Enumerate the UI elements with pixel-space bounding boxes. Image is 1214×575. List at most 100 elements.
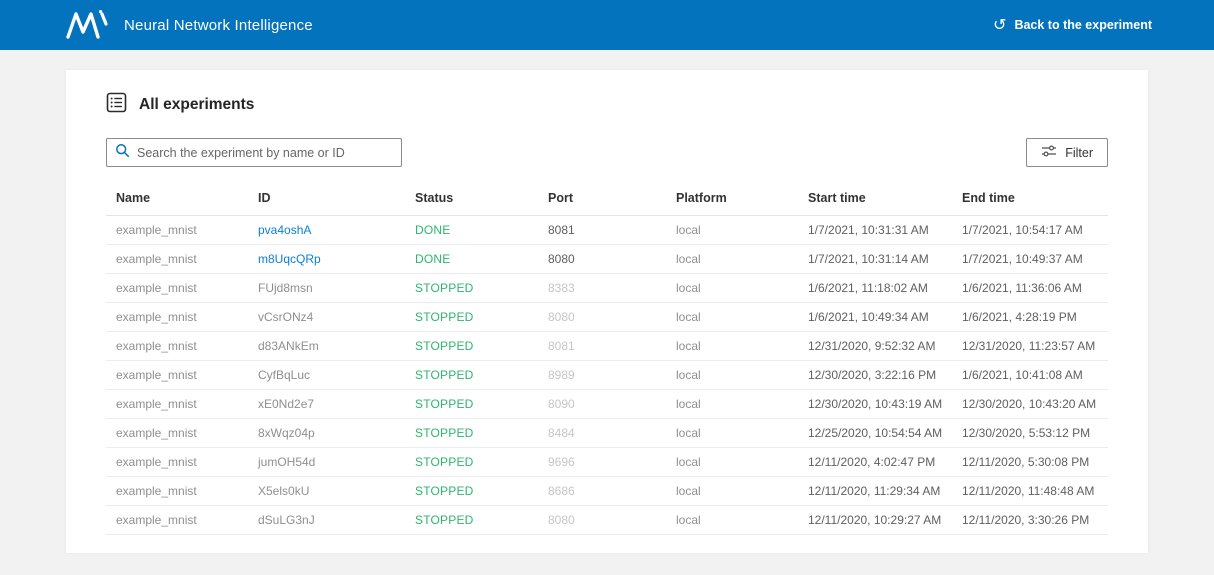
app-header: Neural Network Intelligence ↺ Back to th… (0, 0, 1214, 50)
experiment-id-cell: m8UqcQRp (248, 244, 405, 274)
column-header-start-time: Start time (798, 185, 952, 216)
filter-button[interactable]: Filter (1026, 138, 1108, 167)
start-time-cell: 12/25/2020, 10:54:54 AM (798, 418, 952, 448)
end-time-cell: 12/11/2020, 3:30:26 PM (952, 505, 1108, 535)
start-time-cell: 12/11/2020, 4:02:47 PM (798, 447, 952, 477)
end-time-cell: 12/11/2020, 11:48:48 AM (952, 476, 1108, 506)
experiment-row: example_mnist d83ANkEm STOPPED 8081 loca… (106, 331, 1108, 361)
experiments-table: Name ID Status Port Platform Start time End ti… (106, 185, 1108, 535)
end-time-cell: 12/11/2020, 5:30:08 PM (952, 447, 1108, 477)
start-time-cell: 12/11/2020, 10:29:27 AM (798, 505, 952, 535)
experiments-list-icon (106, 92, 127, 118)
experiment-row: example_mnist pva4oshA DONE 8081 local 1… (106, 215, 1108, 245)
status-badge: STOPPED (405, 331, 538, 361)
page-title: All experiments (139, 96, 255, 113)
experiment-name-cell: example_mnist (106, 505, 248, 535)
app-title: Neural Network Intelligence (124, 16, 313, 34)
column-header-status: Status (405, 185, 538, 216)
nni-logo-icon (66, 9, 110, 41)
platform-cell: local (666, 505, 798, 535)
experiment-id-link: dSuLG3nJ (258, 513, 315, 527)
experiment-name-cell: example_mnist (106, 273, 248, 303)
end-time-cell: 12/30/2020, 5:53:12 PM (952, 418, 1108, 448)
experiment-id-link: X5els0kU (258, 484, 310, 498)
status-badge: STOPPED (405, 476, 538, 506)
experiment-id-cell: FUjd8msn (248, 273, 405, 303)
back-to-experiment-button[interactable]: ↺ Back to the experiment (993, 17, 1152, 33)
port-cell: 8989 (538, 360, 666, 390)
experiment-id-link: CyfBqLuc (258, 368, 311, 382)
start-time-cell: 12/31/2020, 9:52:32 AM (798, 331, 952, 361)
experiment-id-cell: pva4oshA (248, 215, 405, 245)
experiment-name-cell: example_mnist (106, 476, 248, 506)
end-time-cell: 12/31/2020, 11:23:57 AM (952, 331, 1108, 361)
search-input[interactable] (137, 145, 393, 160)
port-cell: 8080 (538, 244, 666, 274)
experiment-row: example_mnist CyfBqLuc STOPPED 8989 loca… (106, 360, 1108, 390)
experiment-name-cell: example_mnist (106, 302, 248, 332)
port-cell: 8686 (538, 476, 666, 506)
port-cell: 8080 (538, 302, 666, 332)
start-time-cell: 1/7/2021, 10:31:14 AM (798, 244, 952, 274)
experiment-id-link[interactable]: pva4oshA (258, 223, 311, 237)
platform-cell: local (666, 302, 798, 332)
status-badge: DONE (405, 244, 538, 274)
filter-sliders-icon (1041, 144, 1057, 161)
platform-cell: local (666, 418, 798, 448)
status-badge: STOPPED (405, 302, 538, 332)
platform-cell: local (666, 273, 798, 303)
experiment-id-link: xE0Nd2e7 (258, 397, 315, 411)
start-time-cell: 12/30/2020, 10:43:19 AM (798, 389, 952, 419)
status-badge: DONE (405, 215, 538, 245)
platform-cell: local (666, 331, 798, 361)
port-cell: 8484 (538, 418, 666, 448)
end-time-cell: 1/6/2021, 10:41:08 AM (952, 360, 1108, 390)
experiment-row: example_mnist X5els0kU STOPPED 8686 loca… (106, 476, 1108, 506)
experiment-row: example_mnist vCsrONz4 STOPPED 8080 loca… (106, 302, 1108, 332)
end-time-cell: 1/6/2021, 11:36:06 AM (952, 273, 1108, 303)
start-time-cell: 12/30/2020, 3:22:16 PM (798, 360, 952, 390)
brand: Neural Network Intelligence (66, 9, 313, 41)
start-time-cell: 1/6/2021, 10:49:34 AM (798, 302, 952, 332)
port-cell: 9696 (538, 447, 666, 477)
end-time-cell: 1/7/2021, 10:49:37 AM (952, 244, 1108, 274)
experiment-search-box[interactable] (106, 138, 402, 167)
experiment-name-cell: example_mnist (106, 447, 248, 477)
experiment-name-cell: example_mnist (106, 360, 248, 390)
all-experiments-card: All experiments Filter (66, 70, 1148, 553)
platform-cell: local (666, 389, 798, 419)
status-badge: STOPPED (405, 418, 538, 448)
experiment-name-cell: example_mnist (106, 389, 248, 419)
platform-cell: local (666, 244, 798, 274)
end-time-cell: 12/30/2020, 10:43:20 AM (952, 389, 1108, 419)
port-cell: 8383 (538, 273, 666, 303)
experiment-id-cell: jumOH54d (248, 447, 405, 477)
status-badge: STOPPED (405, 505, 538, 535)
experiment-id-link[interactable]: m8UqcQRp (258, 252, 321, 266)
status-badge: STOPPED (405, 389, 538, 419)
experiment-row: example_mnist m8UqcQRp DONE 8080 local 1… (106, 244, 1108, 274)
experiment-name-cell: example_mnist (106, 244, 248, 274)
start-time-cell: 1/7/2021, 10:31:31 AM (798, 215, 952, 245)
experiment-name-cell: example_mnist (106, 215, 248, 245)
column-header-id: ID (248, 185, 405, 216)
port-cell: 8080 (538, 505, 666, 535)
platform-cell: local (666, 215, 798, 245)
experiment-id-cell: 8xWqz04p (248, 418, 405, 448)
column-header-name: Name (106, 185, 248, 216)
experiment-row: example_mnist xE0Nd2e7 STOPPED 8090 loca… (106, 389, 1108, 419)
experiment-id-link: vCsrONz4 (258, 310, 314, 324)
filter-label: Filter (1065, 145, 1093, 160)
experiment-id-cell: CyfBqLuc (248, 360, 405, 390)
platform-cell: local (666, 476, 798, 506)
port-cell: 8090 (538, 389, 666, 419)
platform-cell: local (666, 447, 798, 477)
column-header-platform: Platform (666, 185, 798, 216)
experiment-id-link: 8xWqz04p (258, 426, 315, 440)
column-header-port: Port (538, 185, 666, 216)
back-arrow-icon: ↺ (993, 15, 1007, 34)
experiment-row: example_mnist 8xWqz04p STOPPED 8484 loca… (106, 418, 1108, 448)
status-badge: STOPPED (405, 447, 538, 477)
experiment-row: example_mnist dSuLG3nJ STOPPED 8080 loca… (106, 505, 1108, 535)
experiment-id-cell: X5els0kU (248, 476, 405, 506)
